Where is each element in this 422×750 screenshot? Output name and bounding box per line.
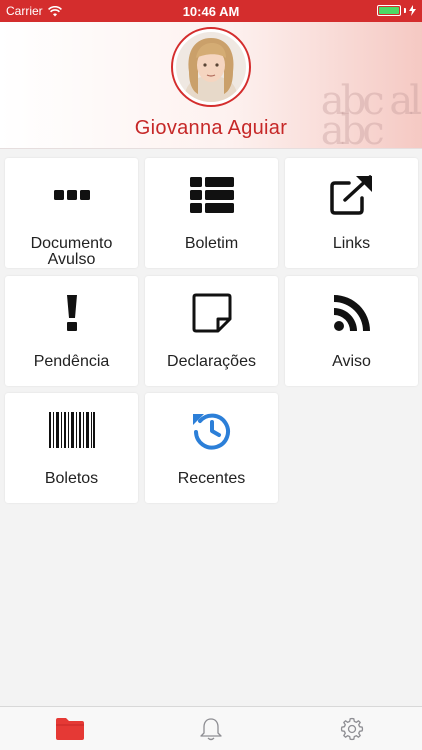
- menu-item-links[interactable]: Links: [285, 158, 418, 268]
- folder-icon: [56, 718, 84, 740]
- menu-item-aviso[interactable]: Aviso: [285, 276, 418, 386]
- tab-folder[interactable]: [0, 707, 140, 750]
- bell-icon: [200, 718, 222, 741]
- ellipsis-icon: [5, 174, 138, 216]
- status-right: [377, 5, 416, 16]
- menu-item-label: Documento Avulso: [30, 235, 113, 268]
- status-bar: Carrier 10:46 AM: [0, 0, 422, 22]
- barcode-icon: [5, 409, 138, 451]
- charging-bolt-icon: [409, 5, 416, 16]
- external-link-icon: [285, 174, 418, 216]
- menu-item-label: Boletos: [44, 470, 99, 487]
- menu-item-pendencia[interactable]: Pendência: [5, 276, 138, 386]
- tab-bar: [0, 706, 422, 750]
- menu-item-label: Declarações: [167, 353, 256, 370]
- menu-item-label: Recentes: [177, 470, 246, 487]
- menu-item-boletim[interactable]: Boletim: [145, 158, 278, 268]
- profile-header: ​abc al ​abc Giovanna Aguiar: [0, 22, 422, 149]
- battery-icon: [377, 5, 401, 16]
- sticky-note-icon: [145, 292, 278, 334]
- menu-item-declaracoes[interactable]: Declarações: [145, 276, 278, 386]
- user-name: Giovanna Aguiar: [134, 117, 288, 139]
- menu-item-label: Aviso: [332, 353, 371, 370]
- menu-item-boletos[interactable]: Boletos: [5, 393, 138, 503]
- menu-item-documento-avulso[interactable]: Documento Avulso: [5, 158, 138, 268]
- battery-tip: [404, 8, 406, 13]
- tab-notifications[interactable]: [141, 707, 281, 750]
- avatar-photo: [176, 32, 246, 102]
- child-portrait-icon: [176, 32, 246, 102]
- rss-icon: [285, 292, 418, 334]
- gear-icon: [340, 717, 364, 741]
- menu-item-label: Boletim: [184, 235, 239, 252]
- menu-item-label: Pendência: [33, 353, 110, 370]
- status-time: 10:46 AM: [182, 4, 240, 19]
- menu-item-label: Links: [332, 235, 371, 252]
- list-table-icon: [145, 174, 278, 216]
- battery-fill: [379, 7, 399, 14]
- history-icon: [145, 409, 278, 451]
- exclamation-icon: [5, 292, 138, 334]
- tab-settings[interactable]: [282, 707, 422, 750]
- avatar[interactable]: [171, 27, 251, 107]
- menu-item-recentes[interactable]: Recentes: [145, 393, 278, 503]
